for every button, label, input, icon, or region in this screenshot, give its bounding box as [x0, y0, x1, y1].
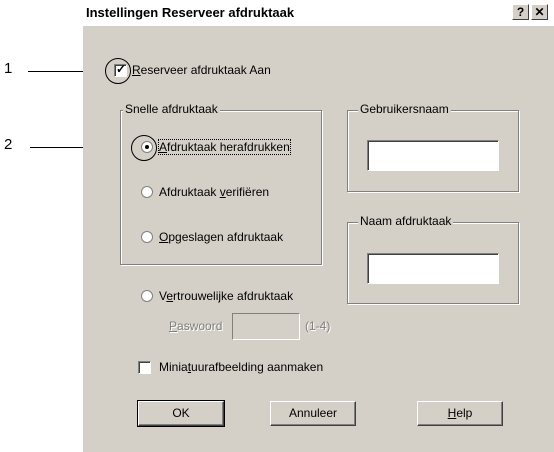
ok-button[interactable]: OK: [137, 400, 225, 427]
password-label: Paswoord: [169, 319, 223, 333]
question-icon: ?: [516, 5, 525, 19]
callout-circle-1: [105, 58, 131, 84]
thumbnail-checkbox[interactable]: [138, 361, 151, 374]
close-button[interactable]: ✕: [531, 4, 548, 20]
reserve-job-label[interactable]: Reserveer afdruktaak Aan: [132, 63, 271, 77]
dialog-title: Instellingen Reserveer afdruktaak: [86, 5, 295, 20]
username-input[interactable]: [367, 140, 499, 171]
password-input[interactable]: [232, 313, 300, 340]
reserve-job-dialog: Instellingen Reserveer afdruktaak ? ✕ ✓ …: [83, 0, 554, 452]
reprint-job-label[interactable]: Afdruktaak herafdrukken: [158, 139, 291, 155]
callout-number-2: 2: [4, 136, 13, 153]
verify-job-radio[interactable]: [141, 186, 153, 198]
help-button[interactable]: Help: [417, 401, 503, 426]
password-hint: (1-4): [305, 319, 331, 333]
username-legend: Gebruikersnaam: [358, 102, 451, 116]
job-name-input[interactable]: [367, 253, 499, 284]
thumbnail-label[interactable]: Miniatuurafbeelding aanmaken: [159, 360, 323, 374]
verify-job-label[interactable]: Afdruktaak verifiëren: [159, 185, 269, 199]
confidential-job-label[interactable]: Vertrouwelijke afdruktaak: [159, 289, 293, 303]
callout-number-1: 1: [4, 60, 13, 77]
quick-job-legend: Snelle afdruktaak: [123, 102, 220, 116]
stored-job-radio[interactable]: [141, 231, 153, 243]
help-titlebar-button[interactable]: ?: [512, 4, 529, 20]
confidential-job-radio[interactable]: [141, 290, 153, 302]
job-name-legend: Naam afdruktaak: [358, 214, 454, 228]
stored-job-label[interactable]: Opgeslagen afdruktaak: [159, 230, 283, 244]
title-bar: Instellingen Reserveer afdruktaak ? ✕: [83, 0, 554, 26]
callout-circle-2: [131, 135, 157, 161]
close-icon: ✕: [534, 5, 545, 19]
cancel-button[interactable]: Annuleer: [270, 401, 356, 426]
